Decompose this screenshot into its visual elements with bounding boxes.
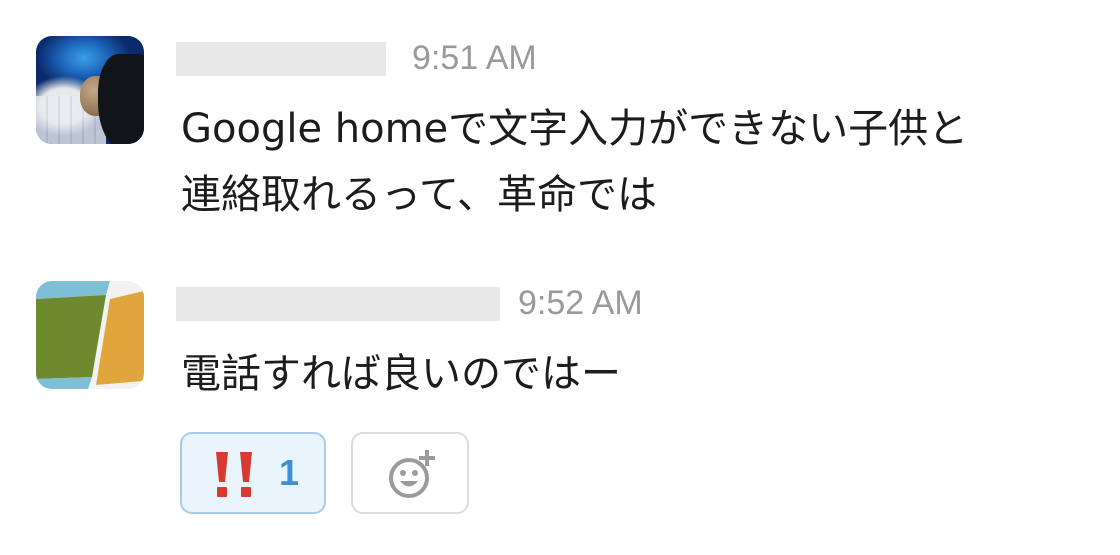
user-avatar[interactable] bbox=[36, 36, 144, 144]
reaction-pill[interactable]: 1 bbox=[180, 432, 326, 514]
message-list: 9:51 AM Google homeで文字入力ができない子供と 連絡取れるって… bbox=[0, 0, 1120, 555]
message-timestamp[interactable]: 9:51 AM bbox=[412, 36, 537, 80]
message-text: 電話すれば良いのではー bbox=[181, 351, 621, 397]
add-reaction-button[interactable] bbox=[351, 432, 469, 514]
avatar-hair-detail bbox=[98, 54, 144, 144]
user-avatar[interactable] bbox=[36, 281, 144, 389]
reaction-count: 1 bbox=[279, 452, 300, 493]
message-text: Google homeで文字入力ができない子供と 連絡取れるって、革命では bbox=[181, 106, 969, 218]
double-exclamation-icon bbox=[216, 452, 252, 497]
message-timestamp[interactable]: 9:52 AM bbox=[518, 281, 643, 325]
username-redacted[interactable] bbox=[176, 287, 500, 321]
username-redacted[interactable] bbox=[176, 42, 386, 76]
tile-avatar-icon bbox=[36, 281, 144, 389]
add-emoji-icon bbox=[389, 450, 435, 498]
